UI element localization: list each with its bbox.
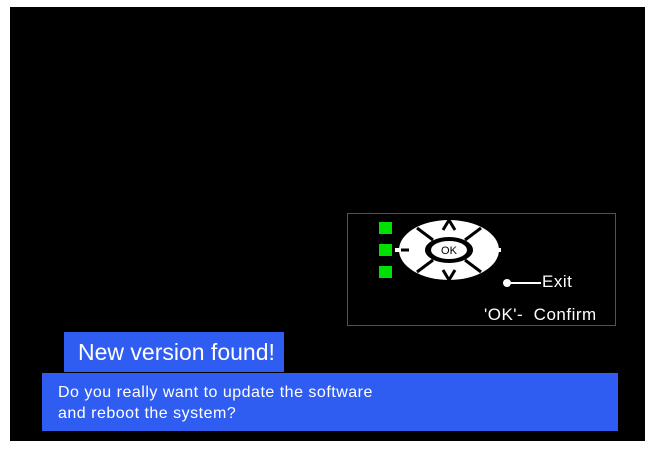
confirm-label: 'OK'- Confirm: [484, 305, 597, 324]
dialog-title: New version found!: [64, 332, 284, 372]
indicator-bottom-icon: [379, 266, 392, 278]
dialog-message-line1: Do you really want to update the softwar…: [58, 384, 373, 401]
exit-pointer-dot: [503, 279, 511, 287]
indicator-middle-icon: [379, 244, 392, 256]
indicator-top-icon: [379, 222, 392, 234]
dialog-message: Do you really want to update the softwar…: [42, 373, 618, 431]
exit-label: Exit: [542, 272, 573, 291]
dialog-message-line2: and reboot the system?: [58, 405, 237, 422]
remote-control-icon: OK: [395, 217, 501, 283]
ok-key-label: OK: [441, 245, 458, 257]
